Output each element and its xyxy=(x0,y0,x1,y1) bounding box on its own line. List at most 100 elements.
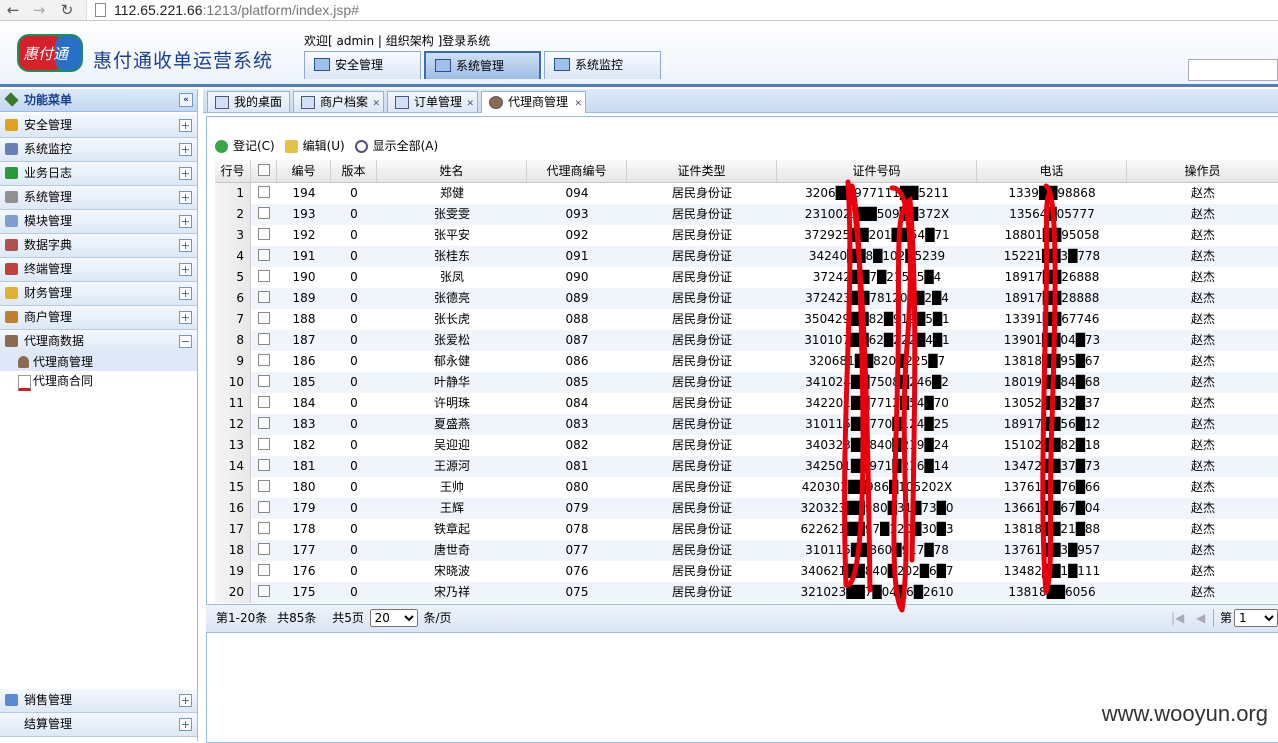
checkbox[interactable] xyxy=(258,207,270,219)
expand-icon[interactable]: + xyxy=(179,239,192,252)
row-checkbox[interactable] xyxy=(251,540,277,561)
row-checkbox[interactable] xyxy=(251,372,277,393)
sidebar-item-3[interactable]: 系统管理 + xyxy=(0,186,197,210)
sidebar-item-0[interactable]: 安全管理 + xyxy=(0,114,197,138)
close-icon[interactable]: ✕ xyxy=(466,94,474,114)
tab-merchant-files[interactable]: 商户档案 ✕ xyxy=(293,91,384,112)
row-checkbox[interactable] xyxy=(251,309,277,330)
column-header-code[interactable]: 代理商编号 xyxy=(527,160,627,182)
checkbox[interactable] xyxy=(258,249,270,261)
row-checkbox[interactable] xyxy=(251,582,277,603)
register-button[interactable]: 登记(C) xyxy=(215,135,275,157)
row-checkbox[interactable] xyxy=(251,204,277,225)
edit-button[interactable]: 编辑(U) xyxy=(284,135,345,157)
column-header-id[interactable]: 编号 xyxy=(277,160,331,182)
checkbox[interactable] xyxy=(258,480,270,492)
expand-icon[interactable]: + xyxy=(179,143,192,156)
expand-icon[interactable]: + xyxy=(179,167,192,180)
sidebar-item-settlement[interactable]: 结算管理 + xyxy=(0,713,197,737)
table-row[interactable]: 20 175 0 宋乃祥 075 居民身份证 321023██7█04█6█2610 1381… xyxy=(215,582,1278,603)
page-number-select[interactable]: 1 xyxy=(1234,609,1278,627)
expand-icon[interactable]: + xyxy=(179,263,192,276)
table-row[interactable]: 14 181 0 王源河 081 居民身份证 342501██971█216█14 13472… xyxy=(215,456,1278,477)
row-checkbox[interactable] xyxy=(251,561,277,582)
expand-icon[interactable]: + xyxy=(179,191,192,204)
checkbox[interactable] xyxy=(258,501,270,513)
close-icon[interactable]: ✕ xyxy=(372,94,380,114)
checkbox[interactable] xyxy=(258,438,270,450)
checkbox[interactable] xyxy=(257,164,270,176)
table-row[interactable]: 12 183 0 夏盛燕 083 居民身份证 310115██770█124█25 18917… xyxy=(215,414,1278,435)
page-size-select[interactable]: 20 xyxy=(369,609,418,627)
tab-agent-manage[interactable]: 代理商管理 ✕ xyxy=(481,91,586,113)
row-checkbox[interactable] xyxy=(251,519,277,540)
checkbox[interactable] xyxy=(258,396,270,408)
table-row[interactable]: 10 185 0 叶静华 085 居民身份证 341024██7508█246█2 18019… xyxy=(215,372,1278,393)
checkbox[interactable] xyxy=(258,333,270,345)
table-row[interactable]: 11 184 0 许明珠 084 居民身份证 342201██7712█54█70 13052… xyxy=(215,393,1278,414)
sidebar-item-7[interactable]: 财务管理 + xyxy=(0,282,197,306)
row-checkbox[interactable] xyxy=(251,393,277,414)
table-row[interactable]: 2 193 0 张雯雯 093 居民身份证 2310021██509██372X 13564█… xyxy=(215,204,1278,225)
close-icon[interactable]: ✕ xyxy=(574,94,582,114)
table-row[interactable]: 17 178 0 铁章起 078 居民身份证 622621██97█120█30█3 1381… xyxy=(215,519,1278,540)
column-header-phone[interactable]: 电话 xyxy=(977,160,1127,182)
table-row[interactable]: 16 179 0 王辉 079 居民身份证 320323██980█31█73█0 13661… xyxy=(215,498,1278,519)
checkbox[interactable] xyxy=(258,291,270,303)
sidebar-item-1[interactable]: 系统监控 + xyxy=(0,138,197,162)
address-bar[interactable]: 112.65.221.66:1213/platform/index.jsp# xyxy=(86,0,1278,20)
tab-order-manage[interactable]: 订单管理 ✕ xyxy=(387,91,478,112)
reload-icon[interactable]: ↻ xyxy=(56,0,78,20)
tab-my-desktop[interactable]: 我的桌面 xyxy=(207,91,290,112)
checkbox[interactable] xyxy=(258,417,270,429)
select-all-checkbox[interactable] xyxy=(251,160,277,182)
expand-icon[interactable]: + xyxy=(179,287,192,300)
column-header-cert[interactable]: 证件号码 xyxy=(777,160,977,182)
expand-icon[interactable]: + xyxy=(179,694,192,707)
table-row[interactable]: 19 176 0 宋晓波 076 居民身份证 340621██840█202█6█7 1348… xyxy=(215,561,1278,582)
collapse-icon[interactable]: − xyxy=(179,335,192,348)
checkbox[interactable] xyxy=(258,354,270,366)
sidebar-item-9[interactable]: 代理商数据 − xyxy=(0,330,197,354)
top-tab-security[interactable]: 安全管理 xyxy=(304,51,421,79)
row-checkbox[interactable] xyxy=(251,267,277,288)
row-checkbox[interactable] xyxy=(251,288,277,309)
table-row[interactable]: 8 187 0 张爱松 087 居民身份证 310107██62█222█4█1 13901█… xyxy=(215,330,1278,351)
sidebar-item-6[interactable]: 终端管理 + xyxy=(0,258,197,282)
column-header-ver[interactable]: 版本 xyxy=(331,160,377,182)
row-checkbox[interactable] xyxy=(251,183,277,204)
column-header-name[interactable]: 姓名 xyxy=(377,160,527,182)
sidebar-item-5[interactable]: 数据字典 + xyxy=(0,234,197,258)
table-row[interactable]: 5 190 0 张凤 090 居民身份证 37242██7█21525█4 18917██26… xyxy=(215,267,1278,288)
sidebar-item-8[interactable]: 商户管理 + xyxy=(0,306,197,330)
table-row[interactable]: 9 186 0 郁永健 086 居民身份证 320681██820█225█7 13818██… xyxy=(215,351,1278,372)
collapse-icon[interactable]: « xyxy=(179,93,193,107)
expand-icon[interactable]: + xyxy=(179,718,192,731)
row-checkbox[interactable] xyxy=(251,225,277,246)
forward-icon[interactable]: → xyxy=(28,0,50,20)
checkbox[interactable] xyxy=(258,564,270,576)
checkbox[interactable] xyxy=(258,375,270,387)
table-row[interactable]: 1 194 0 郑健 094 居民身份证 3206██977111██5211 1339██9… xyxy=(215,183,1278,204)
checkbox[interactable] xyxy=(258,522,270,534)
checkbox[interactable] xyxy=(258,585,270,597)
table-row[interactable]: 15 180 0 王帅 080 居民身份证 420303██986█105202X 13761… xyxy=(215,477,1278,498)
sidebar-item-2[interactable]: 业务日志 + xyxy=(0,162,197,186)
table-row[interactable]: 7 188 0 张长虎 088 居民身份证 350429██82█919█5█1 13391█… xyxy=(215,309,1278,330)
sidebar-item-sales[interactable]: 销售管理 + xyxy=(0,689,197,713)
table-row[interactable]: 6 189 0 张德亮 089 居民身份证 372423██781207█2█4 18917█… xyxy=(215,288,1278,309)
row-checkbox[interactable] xyxy=(251,246,277,267)
sidebar-sub-agent-manage[interactable]: 代理商管理 xyxy=(0,353,197,371)
checkbox[interactable] xyxy=(258,228,270,240)
table-row[interactable]: 4 191 0 张桂东 091 居民身份证 34240██8█102█5239 15221██… xyxy=(215,246,1278,267)
expand-icon[interactable]: + xyxy=(179,119,192,132)
checkbox[interactable] xyxy=(258,270,270,282)
column-header-op[interactable]: 操作员 xyxy=(1127,160,1278,182)
expand-icon[interactable]: + xyxy=(179,215,192,228)
row-checkbox[interactable] xyxy=(251,498,277,519)
row-checkbox[interactable] xyxy=(251,330,277,351)
row-checkbox[interactable] xyxy=(251,435,277,456)
back-icon[interactable]: ← xyxy=(2,0,24,20)
sidebar-item-4[interactable]: 模块管理 + xyxy=(0,210,197,234)
row-checkbox[interactable] xyxy=(251,351,277,372)
